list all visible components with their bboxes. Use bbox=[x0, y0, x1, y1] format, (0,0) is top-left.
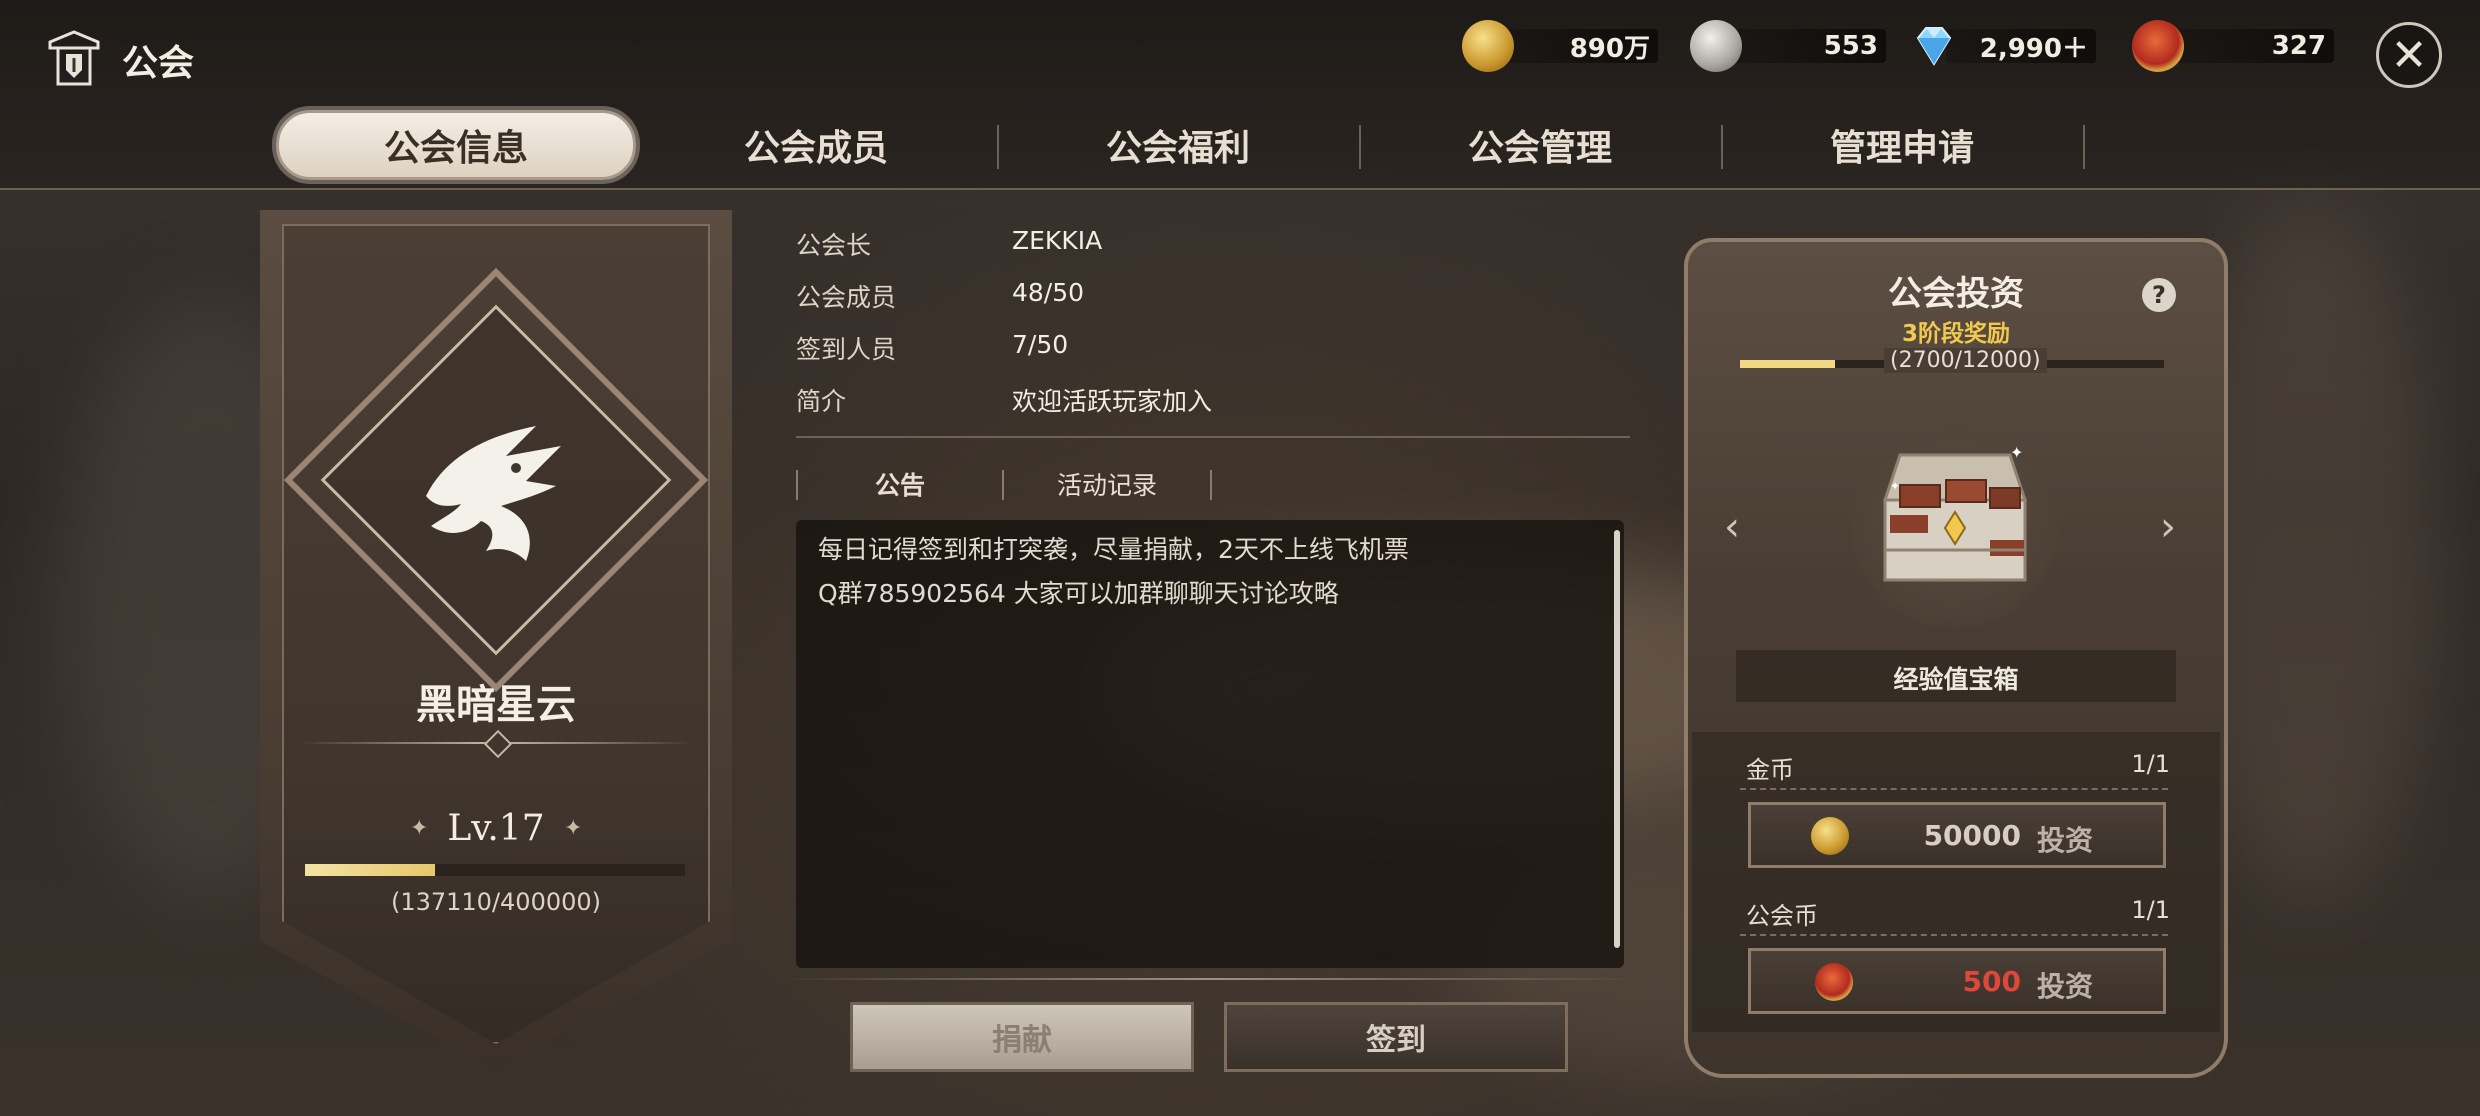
info-label-checkins: 签到人员 bbox=[796, 335, 897, 364]
dragon-emblem-icon bbox=[386, 386, 606, 606]
tab-separator bbox=[2083, 125, 2085, 169]
silver-coin-icon bbox=[1690, 20, 1742, 72]
info-value-members: 48/50 bbox=[1012, 278, 1085, 307]
invest-guild-coin-divider bbox=[1740, 934, 2168, 938]
donate-button[interactable]: 捐献 bbox=[850, 1002, 1194, 1072]
close-icon: ✕ bbox=[2390, 29, 2428, 81]
info-divider bbox=[796, 436, 1630, 438]
currency-guild-coin-value: 327 bbox=[2170, 29, 2334, 63]
sign-in-button[interactable]: 签到 bbox=[1224, 1002, 1568, 1072]
currency-gold[interactable]: 890万 bbox=[1462, 20, 1658, 72]
currency-silver-value: 553 bbox=[1728, 29, 1886, 63]
sparkle-icon: ✦ bbox=[564, 816, 583, 841]
gold-coin-icon bbox=[1811, 817, 1849, 855]
invest-guild-coin-label: 公会币 bbox=[1746, 902, 1818, 930]
tab-guild-management[interactable]: 公会管理 bbox=[1360, 110, 1720, 180]
guild-exp-fill bbox=[305, 864, 436, 876]
currency-diamond-value: 2,990＋ bbox=[1946, 29, 2096, 64]
tab-management-applications[interactable]: 管理申请 bbox=[1722, 110, 2082, 180]
next-arrow-icon[interactable]: › bbox=[2160, 504, 2176, 550]
page-title: 公会 bbox=[122, 43, 195, 84]
help-icon[interactable]: ? bbox=[2142, 278, 2176, 312]
invest-gold-label: 金币 bbox=[1746, 756, 1794, 784]
invest-gold-divider bbox=[1740, 788, 2168, 792]
currency-guild-coin[interactable]: 327 bbox=[2132, 20, 2334, 72]
currency-silver[interactable]: 553 bbox=[1690, 20, 1886, 72]
currency-gold-value: 890万 bbox=[1500, 29, 1658, 64]
gold-coin-icon bbox=[1462, 20, 1514, 72]
guild-coin-icon bbox=[2132, 20, 2184, 72]
subtab-separator bbox=[1210, 470, 1212, 500]
guild-coin-icon bbox=[1815, 963, 1853, 1001]
currency-diamond[interactable]: 2,990＋ bbox=[1908, 24, 2096, 68]
info-value-checkins: 7/50 bbox=[1012, 330, 1069, 359]
subtab-notice[interactable]: 公告 bbox=[798, 464, 1002, 504]
invest-guild-coin-count: 1/1 bbox=[2131, 896, 2170, 924]
info-label-intro: 简介 bbox=[796, 387, 847, 416]
treasure-chest-icon: ✦ ✦ bbox=[1860, 430, 2050, 610]
svg-text:✦: ✦ bbox=[2010, 443, 2023, 462]
invest-guild-coin-button[interactable]: 500 投资 bbox=[1748, 948, 2166, 1014]
guild-level: Lv.17 bbox=[447, 808, 545, 849]
prev-arrow-icon[interactable]: ‹ bbox=[1724, 504, 1740, 550]
tab-guild-info[interactable]: 公会信息 bbox=[276, 110, 636, 180]
invest-guild-coin-action: 投资 bbox=[2037, 970, 2094, 1003]
svg-text:✦: ✦ bbox=[1890, 479, 1900, 493]
info-label-leader: 公会长 bbox=[796, 231, 872, 260]
sparkle-icon: ✦ bbox=[410, 816, 429, 841]
investment-progress-fill bbox=[1740, 360, 1836, 368]
reward-name: 经验值宝箱 bbox=[1893, 665, 2019, 694]
invest-guild-coin-amount: 500 bbox=[1962, 965, 2021, 998]
info-value-intro: 欢迎活跃玩家加入 bbox=[1012, 387, 1213, 416]
tab-guild-members[interactable]: 公会成员 bbox=[636, 110, 996, 180]
guild-exp-text: (137110/400000) bbox=[390, 888, 602, 916]
investment-stage: 3阶段奖励 bbox=[1901, 321, 2010, 347]
tab-guild-benefits[interactable]: 公会福利 bbox=[998, 110, 1358, 180]
investment-progress-text: (2700/12000) bbox=[1884, 348, 2047, 373]
header-divider bbox=[0, 188, 2480, 190]
invest-gold-count: 1/1 bbox=[2131, 750, 2170, 778]
info-value-leader: ZEKKIA bbox=[1012, 226, 1103, 255]
invest-gold-button[interactable]: 50000 投资 bbox=[1748, 802, 2166, 868]
notice-line: Q群785902564 大家可以加群聊聊天讨论攻略 bbox=[818, 579, 1339, 608]
invest-gold-amount: 50000 bbox=[1923, 819, 2021, 852]
diamond-icon bbox=[1908, 20, 1960, 72]
close-button[interactable]: ✕ bbox=[2376, 22, 2442, 88]
info-label-members: 公会成员 bbox=[796, 283, 897, 312]
notice-bottom-divider bbox=[780, 978, 1640, 980]
invest-gold-action: 投资 bbox=[2037, 824, 2094, 857]
subtab-activity-log[interactable]: 活动记录 bbox=[1004, 464, 1210, 504]
page-title-group: 公会 bbox=[44, 28, 194, 92]
notice-line: 每日记得签到和打突袭，尽量捐献，2天不上线飞机票 bbox=[818, 535, 1409, 564]
guild-exp-bar bbox=[305, 864, 685, 876]
guild-name: 黑暗星云 bbox=[416, 682, 576, 728]
guild-castle-icon bbox=[44, 28, 104, 92]
notice-scrollbar[interactable] bbox=[1614, 530, 1620, 948]
